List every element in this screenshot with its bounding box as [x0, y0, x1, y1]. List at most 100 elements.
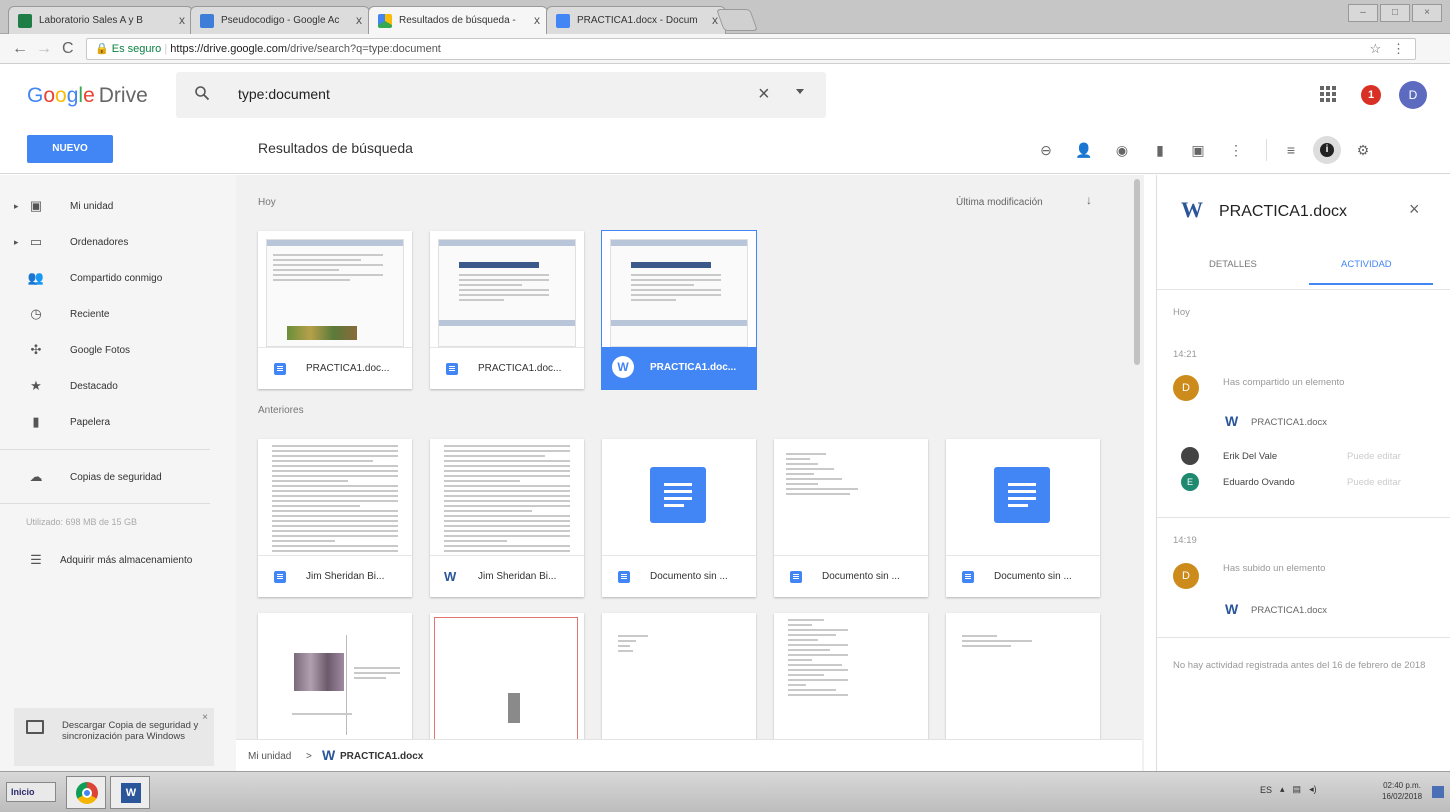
sidebar-item-papelera[interactable]: ▮ Papelera [0, 405, 236, 439]
sidebar: ▸ ▣ Mi unidad ▸ ▭ Ordenadores 👥 Comparti… [0, 175, 236, 771]
new-button[interactable]: NUEVO [27, 135, 113, 163]
account-avatar[interactable]: D [1399, 81, 1427, 109]
sidebar-item-destacado[interactable]: ★ Destacado [0, 369, 236, 403]
preview-eye-icon[interactable]: ◉ [1106, 136, 1138, 164]
browser-tab-pseudocodigo[interactable]: Pseudocodigo - Google Ac x [190, 6, 370, 34]
sidebar-item-google-fotos[interactable]: ✣ Google Fotos [0, 333, 236, 367]
file-card-selected[interactable]: W PRACTICA1.doc... [602, 231, 756, 389]
file-thumbnail [430, 231, 584, 347]
trash-icon[interactable]: ▮ [1144, 136, 1176, 164]
volume-icon[interactable]: ◂) [1309, 784, 1317, 795]
search-box[interactable]: type:document × [176, 72, 826, 118]
show-desktop-button[interactable] [1432, 786, 1444, 798]
browser-tab-bar: Laboratorio Sales A y B x Pseudocodigo -… [0, 0, 1450, 34]
minimize-button[interactable]: – [1348, 4, 1378, 22]
file-card[interactable]: Jim Sheridan Bi... [258, 439, 412, 597]
avatar: D [1173, 563, 1199, 589]
info-icon[interactable]: i [1313, 136, 1341, 164]
storage-usage: Utilizado: 698 MB de 15 GB [26, 517, 138, 527]
clock[interactable]: 02:40 p.m. 16/02/2018 [1382, 780, 1422, 802]
network-icon[interactable]: ▤ [1293, 784, 1302, 795]
back-arrow-icon[interactable]: ← [12, 40, 28, 58]
sort-button[interactable]: Última modificación [956, 197, 1043, 208]
file-card[interactable]: PRACTICA1.doc... [430, 231, 584, 389]
breadcrumb-file[interactable]: PRACTICA1.docx [340, 751, 423, 762]
file-card[interactable]: PRACTICA1.doc... [258, 231, 412, 389]
tab-details[interactable]: DETALLES [1209, 259, 1257, 270]
new-tab-button[interactable] [715, 9, 759, 31]
tab-close-icon[interactable]: x [356, 13, 362, 27]
sidebar-item-copias[interactable]: ☁ Copias de seguridad [0, 460, 236, 494]
cloud-icon: ☁ [29, 469, 43, 484]
start-button[interactable]: Inicio [6, 782, 56, 802]
tab-close-icon[interactable]: x [534, 13, 540, 27]
close-panel-icon[interactable]: × [1409, 199, 1420, 220]
sidebar-item-mi-unidad[interactable]: ▸ ▣ Mi unidad [0, 189, 236, 223]
list-view-icon[interactable]: ≡ [1275, 136, 1307, 164]
search-options-dropdown-icon[interactable] [796, 89, 804, 94]
url-path: /drive/search?q=type:document [287, 43, 441, 55]
storage-bars-icon: ☰ [30, 552, 42, 567]
word-file-icon: W [1181, 197, 1203, 222]
forward-arrow-icon[interactable]: → [36, 40, 52, 58]
chrome-taskbar-button[interactable] [66, 776, 106, 809]
notifications-badge[interactable]: 1 [1361, 85, 1381, 105]
tab-close-icon[interactable]: x [712, 13, 718, 27]
star-icon: ★ [30, 378, 42, 393]
browser-tab-resultados[interactable]: Resultados de búsqueda - x [368, 6, 548, 34]
buy-storage-link[interactable]: ☰ Adquirir más almacenamiento [0, 543, 236, 577]
activity-file[interactable]: PRACTICA1.docx [1251, 417, 1327, 428]
photos-pinwheel-icon: ✣ [30, 342, 42, 357]
url-input[interactable]: 🔒 Es seguro | https://drive.google.com/d… [86, 38, 1416, 60]
close-window-button[interactable]: × [1412, 4, 1442, 22]
desktop-monitor-icon [26, 720, 44, 734]
close-icon[interactable]: × [202, 712, 208, 723]
move-to-folder-icon[interactable]: ▣ [1182, 136, 1214, 164]
expand-caret-icon[interactable]: ▸ [14, 237, 19, 248]
tray-arrow-icon[interactable]: ▴ [1280, 784, 1285, 795]
settings-gear-icon[interactable]: ⚙ [1347, 136, 1379, 164]
browser-tab-laboratorio[interactable]: Laboratorio Sales A y B x [8, 6, 193, 34]
secure-label: Es seguro [111, 43, 162, 55]
language-indicator[interactable]: ES [1260, 785, 1272, 795]
reload-icon[interactable]: C [62, 40, 74, 58]
word-icon: W [322, 747, 336, 763]
scrollbar-thumb[interactable] [1134, 179, 1140, 365]
activity-day: Hoy [1173, 307, 1190, 318]
file-thumbnail [602, 439, 756, 555]
browser-tab-practica[interactable]: PRACTICA1.docx - Docum x [546, 6, 726, 34]
file-card[interactable]: Documento sin ... [774, 439, 928, 597]
maximize-button[interactable]: □ [1380, 4, 1410, 22]
tab-activity[interactable]: ACTIVIDAD [1341, 259, 1392, 270]
sidebar-item-ordenadores[interactable]: ▸ ▭ Ordenadores [0, 225, 236, 259]
sort-direction-icon[interactable]: ↓ [1086, 193, 1092, 207]
person-name: Erik Del Vale [1223, 451, 1278, 462]
google-docs-icon [962, 571, 974, 583]
expand-caret-icon[interactable]: ▸ [14, 201, 19, 212]
word-taskbar-button[interactable]: W [110, 776, 150, 809]
google-docs-icon [618, 571, 630, 583]
google-drive-logo[interactable]: Google Drive [27, 84, 148, 108]
file-card[interactable]: Documento sin ... [602, 439, 756, 597]
address-bar: ← → C 🔒 Es seguro | https://drive.google… [0, 34, 1450, 64]
tab-close-icon[interactable]: x [179, 13, 185, 27]
share-icon[interactable]: 👤 [1068, 136, 1100, 164]
sidebar-item-reciente[interactable]: ◷ Reciente [0, 297, 236, 331]
sidebar-item-compartido[interactable]: 👥 Compartido conmigo [0, 261, 236, 295]
file-card[interactable]: W Jim Sheridan Bi... [430, 439, 584, 597]
file-card[interactable]: Documento sin ... [946, 439, 1100, 597]
word-icon: W [612, 356, 634, 378]
get-link-icon[interactable]: ⊖ [1030, 136, 1062, 164]
search-input[interactable]: type:document [238, 86, 330, 102]
clear-search-icon[interactable]: × [758, 83, 770, 106]
toolbar: NUEVO Resultados de búsqueda ⊖ 👤 ◉ ▮ ▣ ⋮… [0, 128, 1450, 174]
backup-sync-promo[interactable]: Descargar Copia de seguridad y sincroniz… [14, 708, 214, 766]
apps-grid-icon[interactable] [1320, 86, 1336, 102]
breadcrumb-root[interactable]: Mi unidad [248, 751, 291, 762]
search-icon[interactable] [194, 85, 210, 101]
avatar: E [1181, 473, 1199, 491]
panel-title: PRACTICA1.docx [1219, 203, 1348, 220]
activity-file[interactable]: PRACTICA1.docx [1251, 605, 1327, 616]
star-icon[interactable]: ☆ ⋮ [1370, 39, 1406, 59]
more-options-icon[interactable]: ⋮ [1220, 136, 1252, 164]
